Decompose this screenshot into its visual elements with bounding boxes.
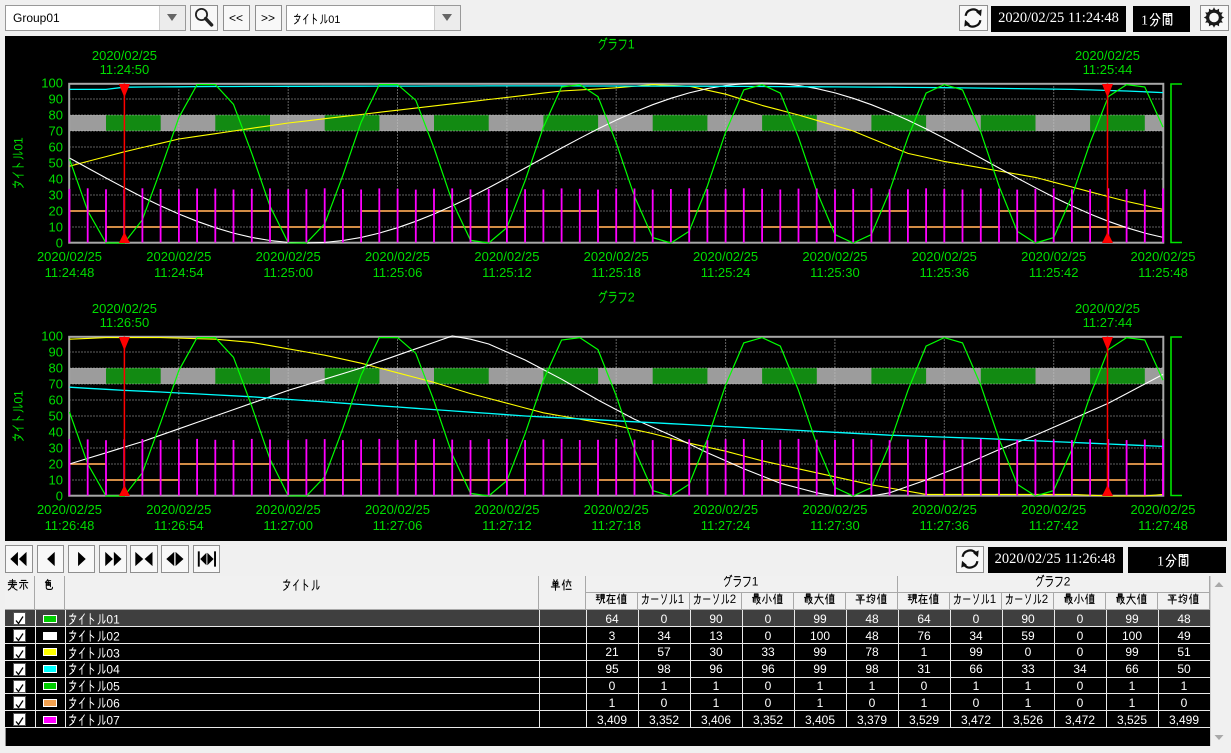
svg-text:60: 60 <box>49 393 63 408</box>
svg-text:11:27:36: 11:27:36 <box>919 518 969 533</box>
svg-text:11:24:54: 11:24:54 <box>154 265 204 280</box>
svg-text:30: 30 <box>49 188 63 203</box>
svg-text:100: 100 <box>41 329 63 344</box>
svg-text:2: 2 <box>1042 594 1048 606</box>
svg-text:1: 1 <box>752 575 759 589</box>
svg-text:2020/02/25: 2020/02/25 <box>912 249 977 264</box>
svg-text:2020/02/25: 2020/02/25 <box>146 249 211 264</box>
svg-text:07: 07 <box>106 713 120 727</box>
svg-text:40: 40 <box>49 425 63 440</box>
svg-text:2020/02/25: 2020/02/25 <box>693 249 758 264</box>
svg-text:1: 1 <box>1157 554 1164 568</box>
svg-text:11:25:48: 11:25:48 <box>1138 265 1188 280</box>
svg-text:11:27:00: 11:27:00 <box>263 518 313 533</box>
svg-text:2020/02/25: 2020/02/25 <box>37 502 102 517</box>
svg-text:10: 10 <box>49 220 63 235</box>
svg-text:02: 02 <box>106 629 120 643</box>
svg-text:70: 70 <box>49 377 63 392</box>
svg-text:10: 10 <box>49 473 63 488</box>
svg-text:2020/02/25: 2020/02/25 <box>256 249 321 264</box>
svg-text:01: 01 <box>328 13 340 25</box>
svg-text:80: 80 <box>49 361 63 376</box>
svg-text:2020/02/25: 2020/02/25 <box>1075 301 1140 316</box>
svg-text:2020/02/25: 2020/02/25 <box>1075 48 1140 63</box>
svg-text:2020/02/25: 2020/02/25 <box>92 48 157 63</box>
svg-text:01: 01 <box>106 612 120 626</box>
svg-text:11:25:44: 11:25:44 <box>1083 62 1133 77</box>
svg-text:40: 40 <box>49 172 63 187</box>
svg-text:11:25:24: 11:25:24 <box>701 265 751 280</box>
svg-text:2: 2 <box>730 594 736 606</box>
svg-text:20: 20 <box>49 204 63 219</box>
svg-text:2020/02/25: 2020/02/25 <box>474 502 539 517</box>
svg-text:90: 90 <box>49 92 63 107</box>
svg-text:11:27:30: 11:27:30 <box>810 518 860 533</box>
svg-text:11:25:06: 11:25:06 <box>373 265 423 280</box>
svg-text:2020/02/25: 2020/02/25 <box>92 301 157 316</box>
svg-text:2020/02/25: 2020/02/25 <box>474 249 539 264</box>
svg-text:90: 90 <box>49 345 63 360</box>
svg-text:11:24:48: 11:24:48 <box>45 265 95 280</box>
svg-text:2020/02/25: 2020/02/25 <box>37 249 102 264</box>
svg-text:11:27:42: 11:27:42 <box>1029 518 1079 533</box>
svg-text:2020/02/25: 2020/02/25 <box>584 502 649 517</box>
svg-text:11:24:50: 11:24:50 <box>100 62 150 77</box>
svg-text:11:25:12: 11:25:12 <box>482 265 532 280</box>
svg-text:06: 06 <box>106 696 120 710</box>
svg-text:05: 05 <box>106 679 120 693</box>
svg-text:2020/02/25: 2020/02/25 <box>1130 502 1195 517</box>
svg-text:2: 2 <box>628 291 635 305</box>
svg-text:03: 03 <box>106 646 120 660</box>
svg-text:100: 100 <box>41 76 63 91</box>
svg-text:2020/02/25: 2020/02/25 <box>1130 249 1195 264</box>
svg-text:04: 04 <box>106 663 120 677</box>
svg-text:2020/02/25: 2020/02/25 <box>802 502 867 517</box>
svg-text:2020/02/25: 2020/02/25 <box>365 502 430 517</box>
svg-text:50: 50 <box>49 409 63 424</box>
svg-text:1: 1 <box>1141 13 1148 27</box>
svg-text:11:25:36: 11:25:36 <box>919 265 969 280</box>
svg-text:11:25:30: 11:25:30 <box>810 265 860 280</box>
svg-text:11:26:54: 11:26:54 <box>154 518 204 533</box>
svg-text:2020/02/25: 2020/02/25 <box>912 502 977 517</box>
svg-text:11:26:48: 11:26:48 <box>45 518 95 533</box>
svg-text:2020/02/25: 2020/02/25 <box>1021 249 1086 264</box>
svg-text:2020/02/25: 2020/02/25 <box>256 502 321 517</box>
svg-text:2: 2 <box>1064 575 1071 589</box>
svg-text:30: 30 <box>49 441 63 456</box>
svg-text:11:27:48: 11:27:48 <box>1138 518 1188 533</box>
svg-text:60: 60 <box>49 140 63 155</box>
svg-text:2020/02/25: 2020/02/25 <box>802 249 867 264</box>
svg-text:11:27:24: 11:27:24 <box>701 518 751 533</box>
svg-text:2020/02/25: 2020/02/25 <box>1021 502 1086 517</box>
svg-text:70: 70 <box>49 124 63 139</box>
svg-text:80: 80 <box>49 108 63 123</box>
svg-text:1: 1 <box>990 594 996 606</box>
svg-text:2020/02/25: 2020/02/25 <box>693 502 758 517</box>
svg-text:11:26:50: 11:26:50 <box>100 315 150 330</box>
svg-text:11:27:12: 11:27:12 <box>482 518 532 533</box>
svg-text:1: 1 <box>678 594 684 606</box>
svg-text:2020/02/25: 2020/02/25 <box>146 502 211 517</box>
svg-text:1: 1 <box>628 38 635 52</box>
svg-text:11:27:06: 11:27:06 <box>373 518 423 533</box>
svg-text:01: 01 <box>11 137 25 151</box>
svg-text:50: 50 <box>49 156 63 171</box>
svg-text:11:27:18: 11:27:18 <box>591 518 641 533</box>
svg-text:20: 20 <box>49 457 63 472</box>
svg-text:11:25:42: 11:25:42 <box>1029 265 1079 280</box>
svg-text:2020/02/25: 2020/02/25 <box>365 249 430 264</box>
svg-text:2020/02/25: 2020/02/25 <box>584 249 649 264</box>
svg-text:11:25:18: 11:25:18 <box>591 265 641 280</box>
svg-text:01: 01 <box>11 390 25 404</box>
svg-text:11:25:00: 11:25:00 <box>263 265 313 280</box>
svg-text:11:27:44: 11:27:44 <box>1083 315 1133 330</box>
